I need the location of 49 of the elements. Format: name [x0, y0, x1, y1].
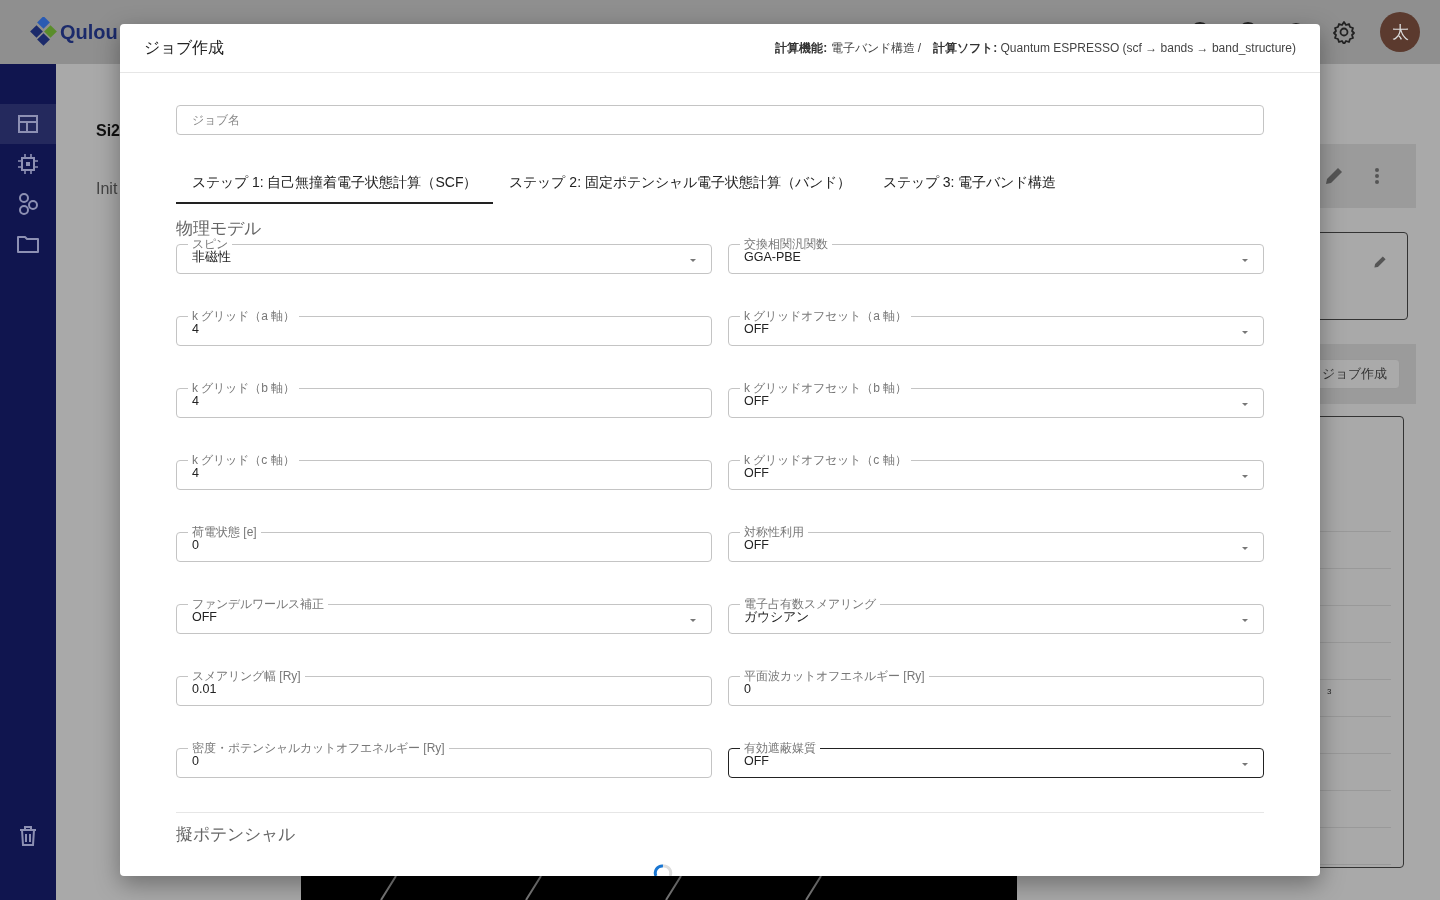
input-field[interactable]: 密度・ポテンシャルカットオフエネルギー [Ry] 0: [176, 741, 712, 778]
select-field[interactable]: スピン 非磁性: [176, 237, 712, 274]
input-field[interactable]: 荷電状態 [e] 0: [176, 525, 712, 562]
settings-icon[interactable]: [1332, 20, 1356, 44]
trash-icon[interactable]: [19, 826, 37, 846]
caret-icon: [1242, 475, 1248, 478]
edit-icon[interactable]: [1373, 255, 1387, 269]
select-field[interactable]: 有効遮蔽媒質 OFF: [728, 741, 1264, 778]
caret-icon: [1242, 619, 1248, 622]
job-name-field[interactable]: ジョブ名: [176, 105, 1264, 135]
chip-icon[interactable]: [18, 154, 38, 174]
logo-icon: [30, 17, 58, 47]
caret-icon: [1242, 763, 1248, 766]
select-field[interactable]: 電子占有数スメアリング ガウシアン: [728, 597, 1264, 634]
select-field[interactable]: k グリッドオフセット（a 軸） OFF: [728, 309, 1264, 346]
section-heading: 物理モデル: [176, 218, 262, 238]
input-field[interactable]: k グリッド（a 軸） 4: [176, 309, 712, 346]
meta-text: 計算ソフト: Quantum ESPRESSO (scf → bands → band_structure): [933, 39, 1296, 57]
select-field[interactable]: ファンデルワールス補正 OFF: [176, 597, 712, 634]
select-field[interactable]: 交換相関汎関数 GGA-PBE: [728, 237, 1264, 274]
folder-icon[interactable]: [17, 235, 39, 253]
edit-icon[interactable]: [1324, 166, 1344, 186]
caret-icon: [1242, 547, 1248, 550]
section-heading: 擬ポテンシャル: [176, 824, 296, 846]
select-field[interactable]: k グリッドオフセット（c 軸） OFF: [728, 453, 1264, 490]
project-title: Si2: [96, 122, 120, 140]
select-field[interactable]: k グリッドオフセット（b 軸） OFF: [728, 381, 1264, 418]
dialog-title: ジョブ作成: [144, 37, 224, 58]
nodes-icon[interactable]: [18, 193, 38, 215]
select-field[interactable]: 対称性利用 OFF: [728, 525, 1264, 562]
caret-icon: [1242, 331, 1248, 334]
input-field[interactable]: k グリッド（c 軸） 4: [176, 453, 712, 490]
caret-icon: [690, 619, 696, 622]
superscript-text: 3: [1327, 687, 1332, 696]
step-tab[interactable]: ステップ 3: 電子バンド構造: [866, 165, 1073, 204]
meta-text: 計算機能: 電子バンド構造 /: [775, 39, 922, 57]
input-field[interactable]: スメアリング幅 [Ry] 0.01: [176, 669, 712, 706]
input-field[interactable]: k グリッド（b 軸） 4: [176, 381, 712, 418]
step-tab[interactable]: ステップ 1: 自己無撞着電子状態計算（SCF）: [176, 165, 494, 204]
caret-icon: [1242, 259, 1248, 262]
project-subtitle: Init: [96, 180, 119, 198]
more-icon[interactable]: [1374, 167, 1380, 185]
loading-spinner-icon: [653, 862, 673, 876]
step-tab[interactable]: ステップ 2: 固定ポテンシャル電子状態計算（バンド）: [493, 165, 867, 204]
layout-icon[interactable]: [18, 115, 38, 133]
caret-icon: [690, 259, 696, 262]
logo-text: Qulou: [60, 20, 118, 44]
input-field[interactable]: 平面波カットオフエネルギー [Ry] 0: [728, 669, 1264, 706]
user-avatar[interactable]: 太: [1380, 12, 1420, 52]
